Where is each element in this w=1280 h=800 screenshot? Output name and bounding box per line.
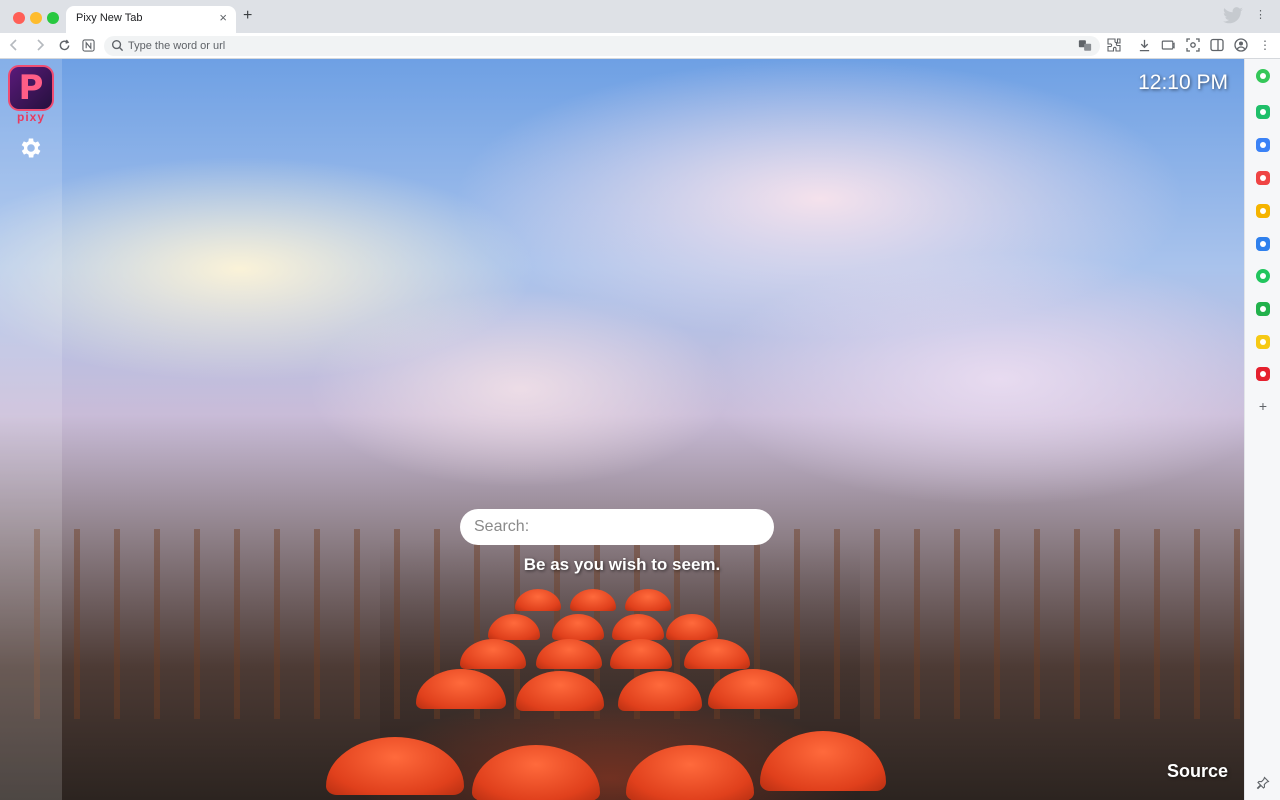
browser-side-apps: + bbox=[1244, 59, 1280, 800]
add-app-button[interactable]: + bbox=[1256, 399, 1270, 413]
clock: 12:10 PM bbox=[1138, 71, 1228, 94]
screenshot-icon[interactable] bbox=[1185, 37, 1201, 53]
pixy-logo[interactable]: P bbox=[8, 65, 54, 111]
google-translate-app-icon[interactable] bbox=[1256, 237, 1270, 251]
pin-icon[interactable] bbox=[1256, 776, 1270, 790]
lego-app-icon[interactable] bbox=[1256, 367, 1270, 381]
address-bar[interactable] bbox=[104, 36, 1100, 56]
pixy-logo-wordmark: pixy bbox=[16, 110, 45, 124]
close-window-button[interactable] bbox=[13, 12, 25, 24]
cast-icon[interactable] bbox=[1160, 37, 1176, 53]
download-icon[interactable] bbox=[1136, 37, 1152, 53]
title-bar: Pixy New Tab × + ⋮ bbox=[0, 0, 1280, 33]
minimize-window-button[interactable] bbox=[30, 12, 42, 24]
pixy-logo-letter: P bbox=[18, 68, 44, 108]
daily-quote: Be as you wish to seem. bbox=[523, 555, 721, 574]
extensions-icon[interactable] bbox=[1106, 37, 1122, 53]
tab-pixy-new-tab[interactable]: Pixy New Tab × bbox=[66, 6, 236, 33]
forward-icon[interactable] bbox=[32, 37, 48, 53]
twitter-bird-icon bbox=[1222, 7, 1244, 30]
side-panel-icon[interactable] bbox=[1209, 37, 1225, 53]
search-icon bbox=[111, 39, 124, 57]
chatgpt-app-icon[interactable] bbox=[1256, 69, 1270, 83]
tab-title: Pixy New Tab bbox=[76, 12, 143, 24]
gear-icon[interactable] bbox=[18, 135, 44, 161]
translate-icon[interactable] bbox=[1078, 39, 1092, 57]
search-input[interactable] bbox=[460, 509, 774, 545]
new-tab-page: P pixy 12:10 PM Be as you wish to seem. … bbox=[0, 59, 1244, 800]
browser-toolbar: ⋮ bbox=[0, 33, 1280, 59]
reload-icon[interactable] bbox=[56, 37, 72, 53]
back-icon[interactable] bbox=[6, 37, 22, 53]
source-link[interactable]: Source bbox=[1167, 761, 1228, 782]
maximize-window-button[interactable] bbox=[47, 12, 59, 24]
window-menu-icon[interactable]: ⋮ bbox=[1255, 8, 1266, 21]
profile-icon[interactable] bbox=[1233, 37, 1249, 53]
calendar-app-icon[interactable] bbox=[1256, 138, 1270, 152]
pocket-app-icon[interactable] bbox=[1256, 171, 1270, 185]
tab-close-icon[interactable]: × bbox=[219, 10, 227, 25]
play-app-icon[interactable] bbox=[1256, 269, 1270, 283]
pixy-sidebar: P pixy bbox=[0, 59, 62, 800]
notes-app-icon[interactable] bbox=[1256, 335, 1270, 349]
notion-icon[interactable] bbox=[80, 37, 96, 53]
address-input[interactable] bbox=[128, 36, 1068, 56]
search-container bbox=[460, 509, 774, 545]
new-tab-button[interactable]: + bbox=[243, 7, 252, 25]
bell-app-icon[interactable] bbox=[1256, 105, 1270, 119]
more-menu-icon[interactable]: ⋮ bbox=[1257, 37, 1273, 53]
star-app-icon[interactable] bbox=[1256, 204, 1270, 218]
chat-app-icon[interactable] bbox=[1256, 302, 1270, 316]
